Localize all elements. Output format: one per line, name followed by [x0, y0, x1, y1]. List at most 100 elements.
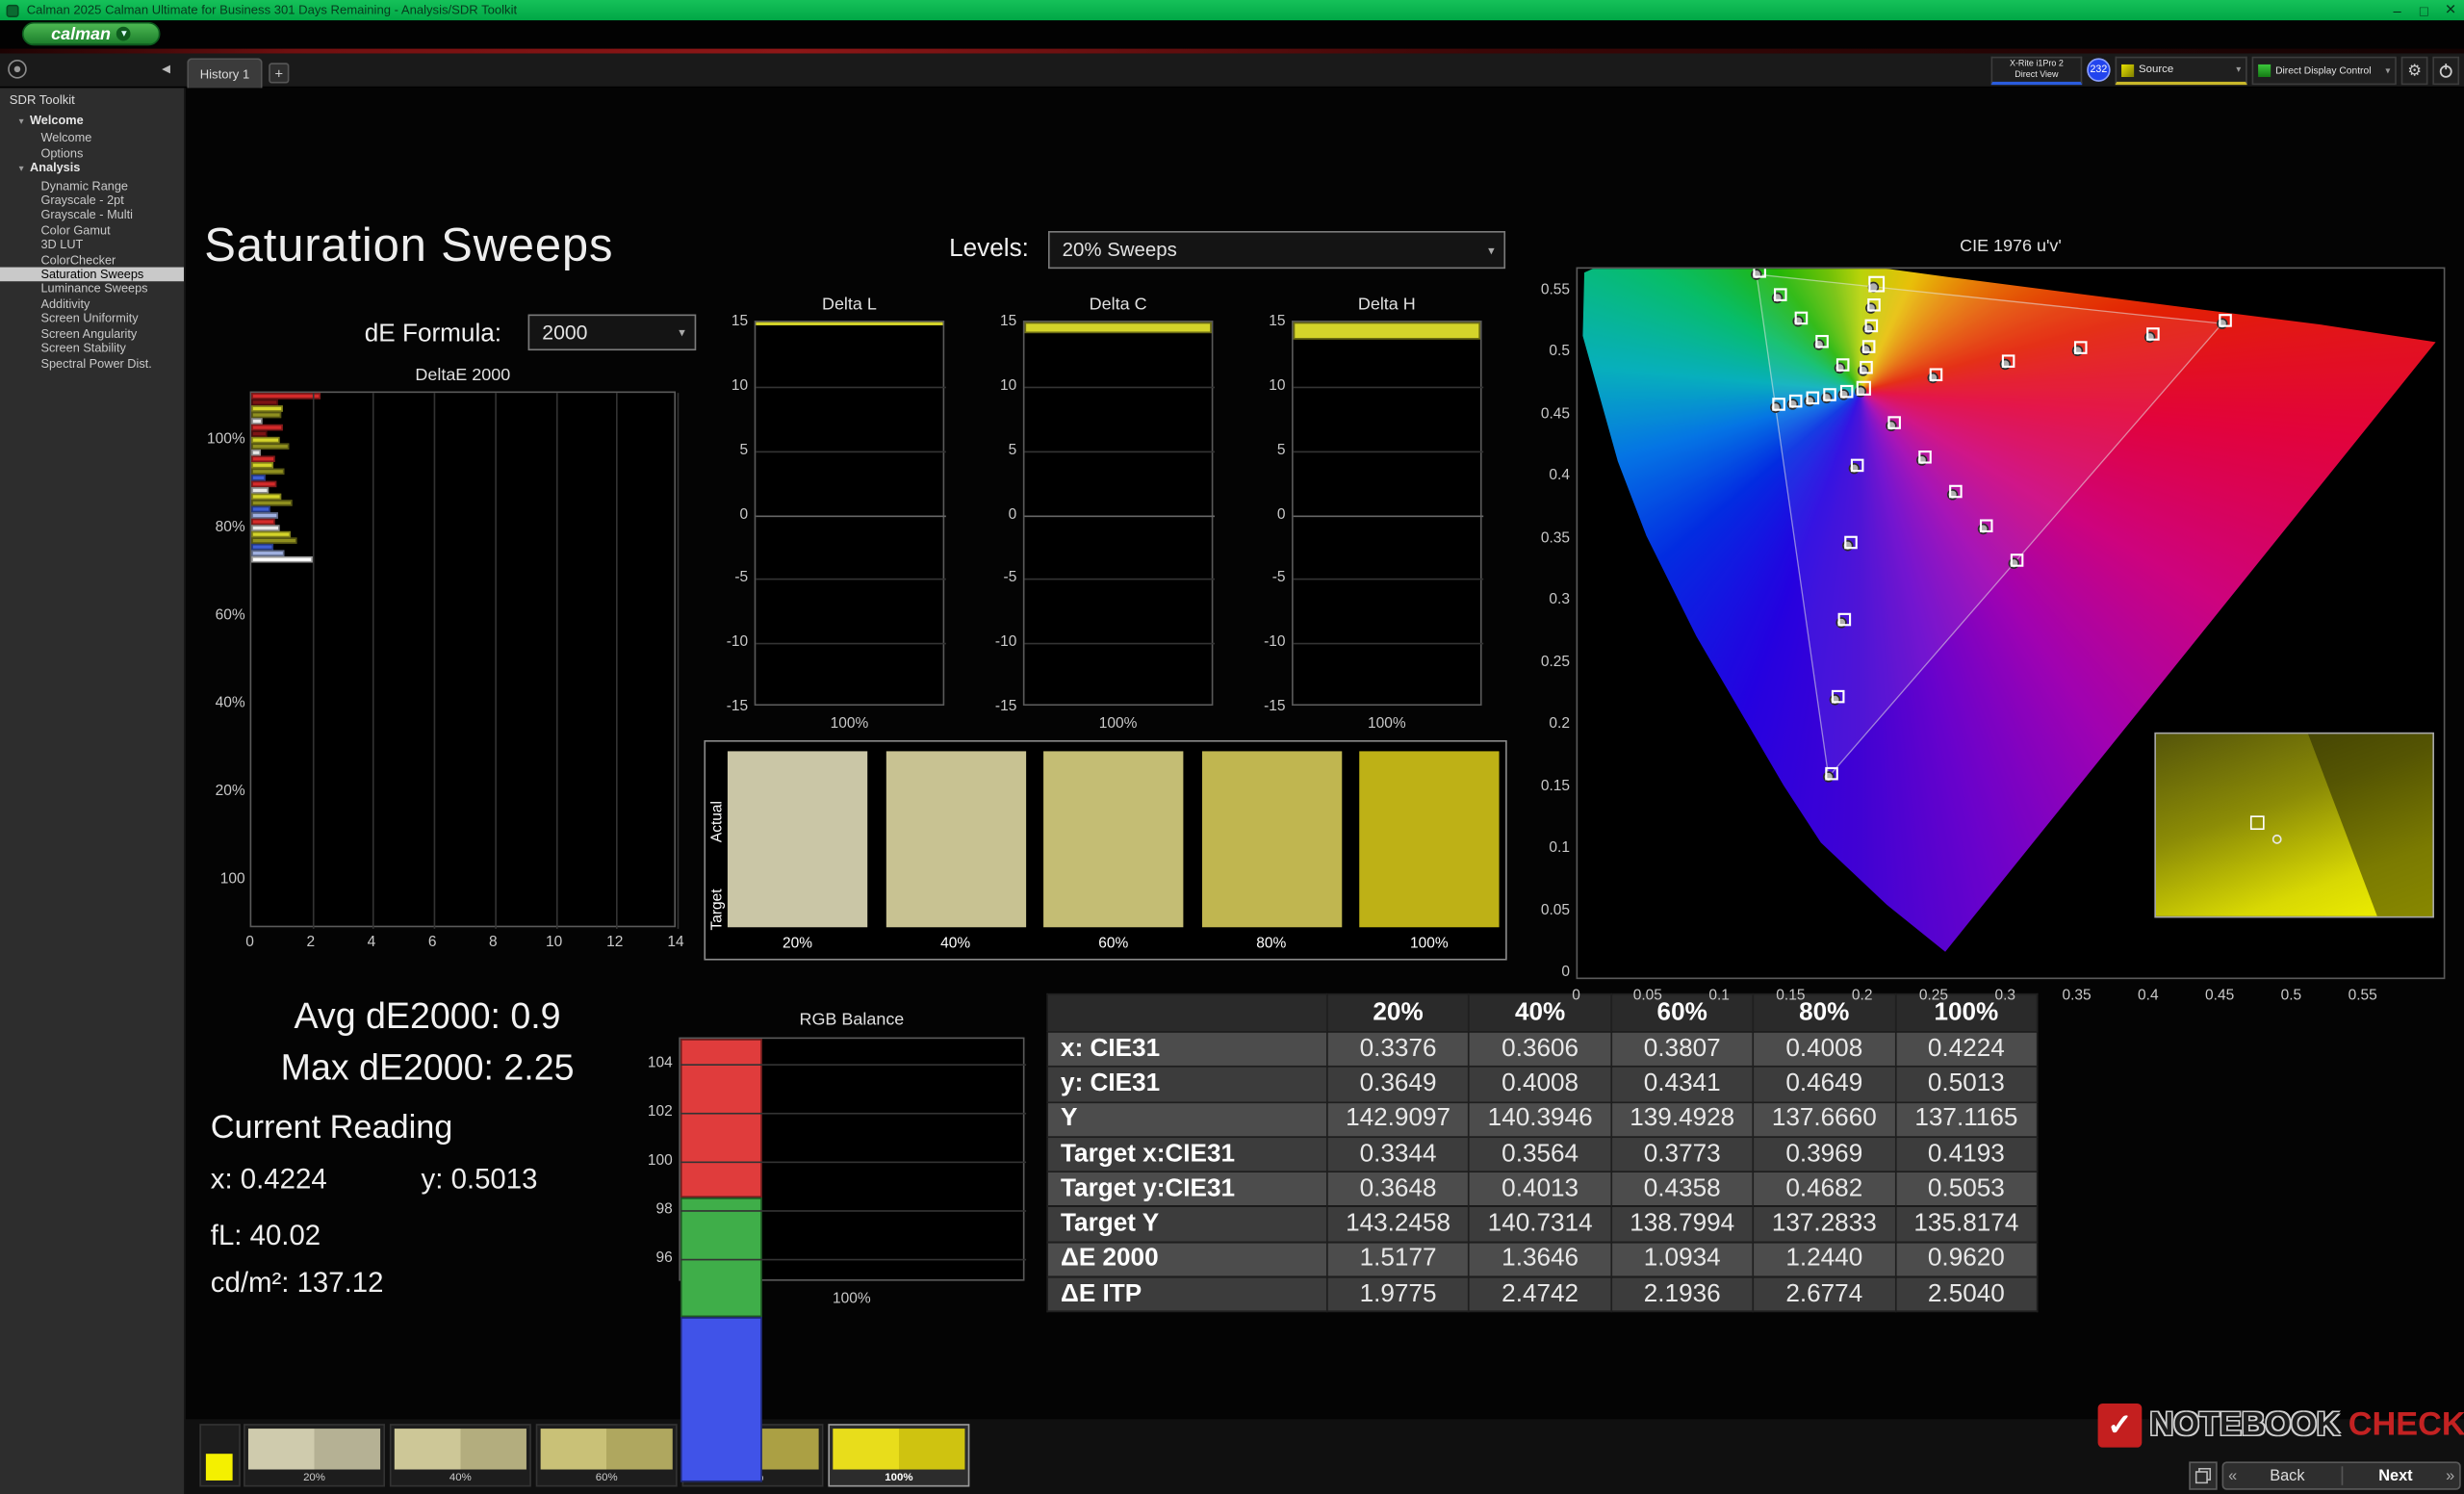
y-tick-label: 15 [969, 313, 1016, 330]
settings-button[interactable]: ⚙ [2401, 57, 2428, 85]
patch-tile-label: 40% [392, 1473, 530, 1483]
levels-dropdown[interactable]: 20% Sweeps ▾ [1048, 231, 1505, 269]
sidebar-item-luminance-sweeps[interactable]: Luminance Sweeps [0, 282, 184, 296]
gamut-triangle [1757, 274, 2222, 777]
sidebar-item-dynamic-range[interactable]: Dynamic Range [0, 179, 184, 193]
y-tick-label: -10 [969, 633, 1016, 651]
sidebar-collapse-icon[interactable]: ◀ [162, 63, 170, 75]
cell-value: 0.3969 [1754, 1137, 1896, 1172]
meter-name: X-Rite i1Pro 2 [2010, 60, 2064, 70]
calman-logo: calman [51, 24, 111, 43]
cie-chart-title: CIE 1976 u'v' [1577, 238, 2446, 257]
sidebar-item-grayscale-2pt[interactable]: Grayscale - 2pt [0, 193, 184, 208]
sidebar-item-additivity[interactable]: Additivity [0, 296, 184, 311]
de-formula-dropdown[interactable]: 2000 ▾ [528, 315, 697, 351]
de-formula-value: 2000 [529, 321, 679, 344]
sidebar-item-screen-stability[interactable]: Screen Stability [0, 341, 184, 355]
patch-swatch [248, 1429, 380, 1469]
patch-tile-100%[interactable]: 100% [828, 1424, 969, 1486]
gridline [1024, 386, 1215, 388]
source-icon [2121, 64, 2134, 76]
y-tick-label: 80% [182, 519, 244, 536]
cell-value: 0.3807 [1611, 1032, 1754, 1067]
watermark-word1: NOTEBOOK [2149, 1406, 2340, 1444]
gridline [1024, 515, 1215, 517]
x-tick-label: 12 [599, 934, 630, 951]
x-tick-label: 0.05 [1626, 987, 1670, 1004]
cell-value: 1.3646 [1469, 1242, 1611, 1276]
delta-c-chart-title: Delta C [1023, 296, 1214, 315]
chevron-down-icon: ▾ [117, 27, 132, 41]
sidebar-item-saturation-sweeps[interactable]: Saturation Sweeps [0, 268, 184, 282]
current-cdm2: cd/m²: 137.12 [211, 1267, 384, 1300]
gridline [756, 579, 946, 580]
row-label: Target Y [1047, 1207, 1327, 1242]
calman-menu-button[interactable]: calman ▾ [22, 22, 161, 45]
current-patch-tile[interactable] [199, 1424, 240, 1486]
delta-l-chart-title: Delta L [755, 296, 945, 315]
gridline [680, 1258, 1026, 1260]
delta-c-plot [1023, 321, 1214, 706]
y-tick-label: 100% [182, 430, 244, 448]
y-tick-label: 104 [631, 1054, 672, 1071]
display-control-button[interactable]: Direct Display Control ▾ [2252, 57, 2397, 85]
gridline [434, 393, 436, 929]
sidebar-item-options[interactable]: Options [0, 146, 184, 161]
sidebar-item-welcome[interactable]: Welcome [0, 131, 184, 145]
cell-value: 0.5013 [1895, 1067, 2038, 1101]
sidebar-item-colorchecker[interactable]: ColorChecker [0, 252, 184, 267]
row-label: Target x:CIE31 [1047, 1137, 1327, 1172]
gridline [756, 386, 946, 388]
cell-value: 0.4013 [1469, 1172, 1611, 1206]
watermark-word2: CHECK [2348, 1406, 2464, 1444]
sidebar-item-grayscale-multi[interactable]: Grayscale - Multi [0, 208, 184, 222]
sidebar-group-welcome[interactable]: ▾Welcome [0, 114, 184, 132]
cell-value: 0.4358 [1611, 1172, 1754, 1206]
close-button[interactable]: ✕ [2437, 2, 2464, 19]
gridline [756, 451, 946, 452]
session-menu-icon[interactable] [8, 60, 27, 79]
back-button[interactable]: Back [2242, 1467, 2333, 1484]
y-tick-label: 0.55 [1520, 280, 1570, 297]
cell-value: 0.3649 [1327, 1067, 1470, 1101]
notebookcheck-logo-icon: ✓ [2098, 1404, 2143, 1448]
layout-button[interactable] [2189, 1461, 2217, 1489]
x-axis-label: 100% [679, 1290, 1024, 1307]
maximize-button[interactable]: □ [2410, 2, 2437, 17]
table-row: Target x:CIE310.33440.35640.37730.39690.… [1047, 1137, 2037, 1172]
collapse-icon: ▾ [19, 116, 30, 131]
add-tab-button[interactable]: + [269, 63, 289, 83]
sidebar-item-3d-lut[interactable]: 3D LUT [0, 238, 184, 252]
y-tick-label: 5 [701, 441, 748, 458]
swatch-label: 100% [1359, 935, 1499, 952]
sidebar-item-spectral-power-dist-[interactable]: Spectral Power Dist. [0, 356, 184, 371]
minimize-button[interactable]: – [2384, 2, 2411, 17]
inset-measured-point [2250, 815, 2265, 830]
cell-value: 2.6774 [1754, 1277, 1896, 1312]
y-tick-label: 0.2 [1520, 715, 1570, 733]
notebookcheck-watermark: ✓ NOTEBOOK CHECK [2098, 1404, 2464, 1448]
de-bar [251, 556, 312, 563]
sidebar-group-analysis[interactable]: ▾Analysis [0, 161, 184, 179]
gridline [1294, 386, 1484, 388]
app-window: Calman 2025 Calman Ultimate for Business… [0, 0, 2464, 1494]
next-button[interactable]: Next [2350, 1467, 2442, 1484]
patch-tile-20%[interactable]: 20% [244, 1424, 385, 1486]
patch-tile-40%[interactable]: 40% [390, 1424, 531, 1486]
gridline [1294, 451, 1484, 452]
sidebar-item-screen-angularity[interactable]: Screen Angularity [0, 326, 184, 341]
page-title: Saturation Sweeps [204, 220, 613, 274]
patch-tile-60%[interactable]: 60% [536, 1424, 678, 1486]
chevron-down-icon: ▾ [679, 325, 694, 340]
row-label: y: CIE31 [1047, 1067, 1327, 1101]
tab-history-1[interactable]: History 1 [187, 58, 262, 88]
source-button[interactable]: Source ▾ [2116, 57, 2247, 85]
sidebar-item-color-gamut[interactable]: Color Gamut [0, 223, 184, 238]
sidebar-item-screen-uniformity[interactable]: Screen Uniformity [0, 312, 184, 326]
y-tick-label: 96 [631, 1249, 672, 1266]
power-button[interactable] [2432, 57, 2459, 85]
table-row: x: CIE310.33760.36060.38070.40080.4224 [1047, 1032, 2037, 1067]
sidebar: SDR Toolkit ▾WelcomeWelcomeOptions▾Analy… [0, 88, 186, 1494]
y-tick-label: 0.45 [1520, 404, 1570, 422]
meter-button[interactable]: X-Rite i1Pro 2 Direct View [1991, 57, 2083, 85]
